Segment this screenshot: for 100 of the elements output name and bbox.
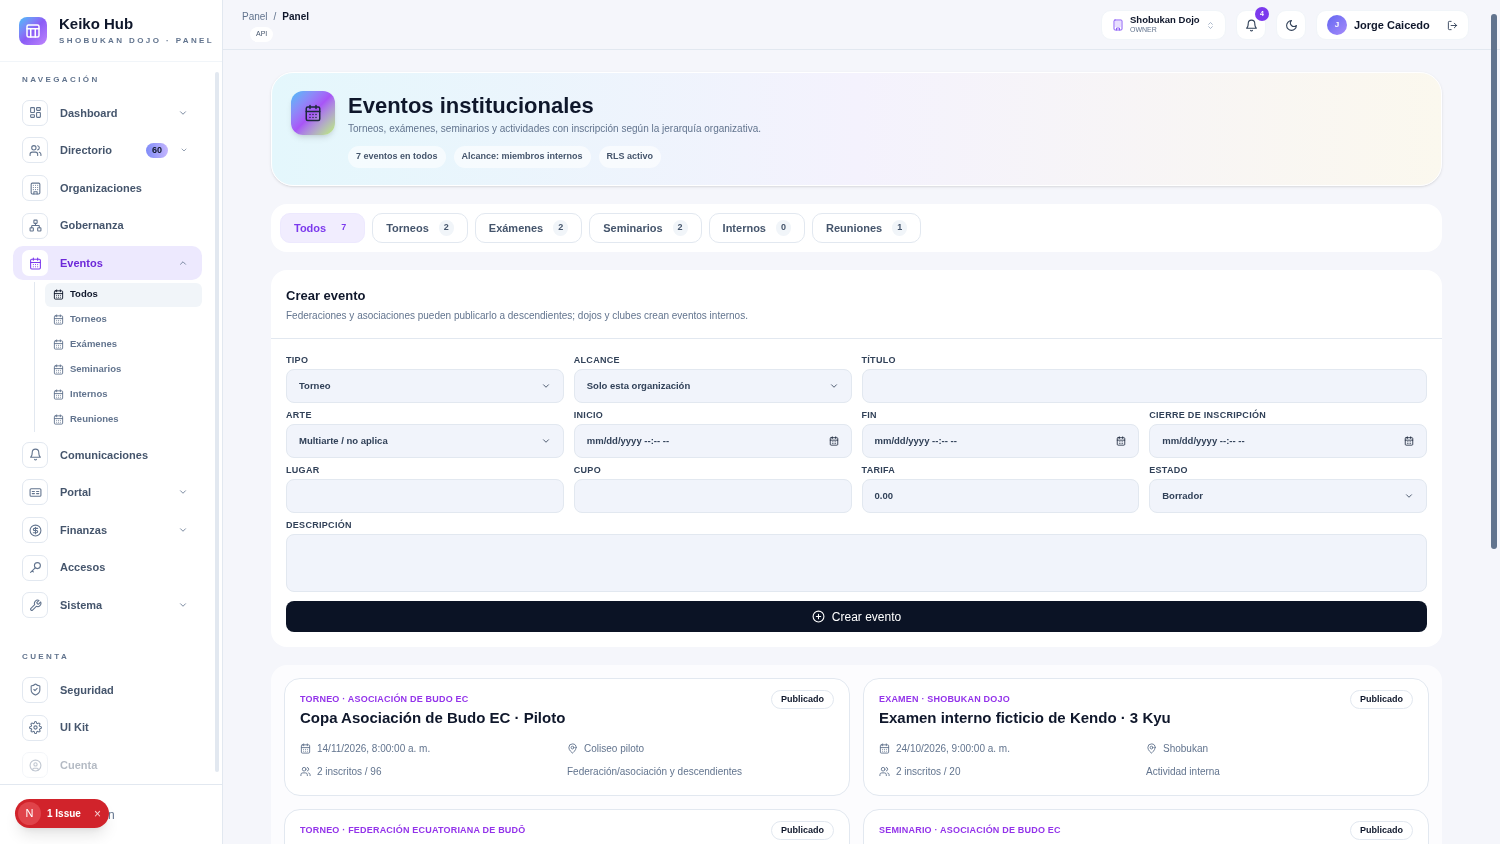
tab-count: 1 (892, 220, 908, 236)
issue-badge[interactable]: N 1 Issue × (15, 799, 109, 828)
filter-tab[interactable]: Reuniones 1 (812, 213, 922, 243)
user-icon (28, 758, 42, 772)
event-category: EXAMEN · SHOBUKAN DOJO (879, 694, 1011, 705)
filter-tab[interactable]: Seminarios 2 (589, 213, 702, 243)
event-category: SEMINARIO · ASOCIACIÓN DE BUDO EC (879, 825, 1061, 836)
tab-count: 7 (340, 221, 348, 235)
page-subtitle: Torneos, exámenes, seminarios y actividades con inscripción según la jerarquía organizativa. (348, 122, 761, 136)
tab-count: 0 (776, 220, 791, 236)
brand-subtitle: SHOBUKAN DOJO · PANEL (59, 34, 215, 47)
issue-logo: N (18, 802, 41, 825)
event-title: Examen interno ficticio de Kendo · 3 Kyu (879, 708, 1171, 728)
avatar: J (1327, 15, 1347, 35)
tab-count: 2 (553, 220, 569, 236)
field-label: TIPO (286, 355, 310, 366)
sidebar-item[interactable]: Finanzas (13, 513, 202, 547)
event-category: TORNEO · FEDERACIÓN ECUATORIANA DE BUDŌ (300, 825, 526, 836)
date-field[interactable]: mm/dd/yyyy --:-- -- (861, 424, 1140, 458)
filter-tab[interactable]: Todos 7 (280, 213, 366, 243)
sidebar-item[interactable]: Comunicaciones (13, 438, 202, 472)
grid-icon (28, 106, 42, 120)
sidebar-subitem[interactable]: Torneos (45, 307, 202, 332)
event-card[interactable]: TORNEO · ASOCIACIÓN DE BUDO EC Copa Asociación de Budo EC · Piloto Publicado 14/11/2026, 8:00:00 a. m. Coliseo piloto 2 inscritos / 96 Federación/asociación y descendientes (284, 678, 850, 796)
select-field[interactable]: Solo esta organización (573, 369, 852, 403)
field-label: ALCANCE (573, 355, 621, 366)
date-field[interactable]: mm/dd/yyyy --:-- -- (573, 424, 852, 458)
select-field[interactable]: Multiarte / no aplica (286, 424, 564, 458)
field-label: CUPO (573, 465, 602, 476)
event-card[interactable]: TORNEO · FEDERACIÓN ECUATORIANA DE BUDŌ Publicado (284, 809, 850, 844)
close-icon[interactable]: × (94, 804, 101, 823)
sidebar-item[interactable]: Gobernanza (13, 208, 202, 243)
field-label: DESCRIPCIÓN (286, 520, 353, 531)
sidebar-item[interactable]: Organizaciones (13, 171, 202, 205)
sidebar-subitem[interactable]: Todos (45, 282, 202, 307)
sidebar-item[interactable]: Dashboard (13, 96, 202, 130)
filter-tab[interactable]: Torneos 2 (372, 213, 468, 243)
user-menu[interactable]: J Jorge Caicedo (1316, 10, 1469, 40)
calendar-icon (1116, 436, 1127, 446)
sidebar-item[interactable]: Eventos (13, 246, 202, 281)
sidebar-item[interactable]: Directorio 60 (13, 133, 202, 168)
sidebar-item[interactable]: Seguridad (13, 673, 202, 707)
sidebar-item[interactable]: Portal (13, 475, 202, 510)
filter-tab[interactable]: Internos 0 (708, 213, 805, 243)
event-card[interactable]: EXAMEN · SHOBUKAN DOJO Examen interno ficticio de Kendo · 3 Kyu Publicado 24/10/2026, 9:00:00 a. m. Shobukan 2 inscritos / 20 Actividad interna (863, 678, 1429, 796)
date-field[interactable]: mm/dd/yyyy --:-- -- (1149, 424, 1427, 458)
sidebar-subitem[interactable]: Reuniones (45, 407, 202, 432)
input-field[interactable] (861, 369, 1427, 403)
select-field[interactable]: Borrador (1149, 479, 1427, 513)
event-date: 14/11/2026, 8:00:00 a. m. (317, 742, 431, 756)
scrollbar[interactable] (1491, 14, 1497, 549)
users-icon (28, 143, 42, 157)
info-chip: Alcance: miembros internos (453, 146, 591, 168)
event-category: TORNEO · ASOCIACIÓN DE BUDO EC (300, 694, 470, 705)
sidebar-subitem[interactable]: Seminarios (45, 357, 202, 382)
input-field[interactable] (573, 479, 852, 513)
sidebar-subitem[interactable]: Internos (45, 382, 202, 407)
create-event-button[interactable]: Crear evento (286, 601, 1427, 632)
settings-icon (28, 721, 42, 734)
brand-name: Keiko Hub (59, 14, 135, 33)
calendar-icon (53, 364, 64, 376)
calendar-icon (53, 289, 64, 301)
building-icon (28, 181, 42, 195)
sidebar-item[interactable]: Accesos (13, 550, 202, 585)
sidebar-item[interactable]: Sistema (13, 588, 202, 623)
issue-label: 1 Issue (47, 807, 81, 821)
sidebar-item[interactable]: UI Kit (13, 710, 202, 745)
chevron-down-icon (1404, 491, 1414, 501)
bell-icon (1244, 18, 1258, 32)
event-date: 24/10/2026, 9:00:00 a. m. (896, 742, 1010, 756)
event-enrollment: 2 inscritos / 20 (896, 765, 961, 779)
calendar-icon (28, 256, 42, 270)
sidebar-subitem[interactable]: Exámenes (45, 332, 202, 357)
description-field[interactable] (286, 534, 1427, 592)
wrench-icon (28, 598, 42, 612)
footer-text: n (108, 806, 115, 824)
event-card[interactable]: SEMINARIO · ASOCIACIÓN DE BUDO EC Publicado (863, 809, 1429, 844)
calendar-icon (879, 743, 890, 754)
info-chip: 7 eventos en todos (348, 146, 446, 168)
field-label: INICIO (573, 410, 605, 421)
section-heading: NAVEGACIÓN (21, 74, 101, 86)
plus-icon (811, 610, 825, 623)
field-label: CIERRE DE INSCRIPCIÓN (1149, 410, 1268, 421)
breadcrumb-item[interactable]: Panel (282, 9, 310, 24)
key-icon (28, 561, 42, 575)
calendar-icon (53, 314, 64, 326)
select-field[interactable]: Torneo (286, 369, 564, 403)
field-label: ESTADO (1149, 465, 1189, 476)
theme-toggle-button[interactable] (1276, 10, 1306, 40)
breadcrumb-separator: / (273, 10, 277, 24)
event-title: Copa Asociación de Budo EC · Piloto (300, 708, 566, 728)
building-icon (1112, 19, 1124, 31)
filter-tab[interactable]: Exámenes 2 (474, 213, 583, 243)
input-field[interactable] (286, 479, 564, 513)
dollar-icon (28, 523, 42, 537)
input-field[interactable]: 0.00 (861, 479, 1140, 513)
event-place: Shobukan (1163, 742, 1209, 756)
breadcrumb-item[interactable]: Panel (242, 9, 268, 24)
calendar-icon (53, 389, 64, 401)
count-badge: 60 (145, 142, 168, 159)
